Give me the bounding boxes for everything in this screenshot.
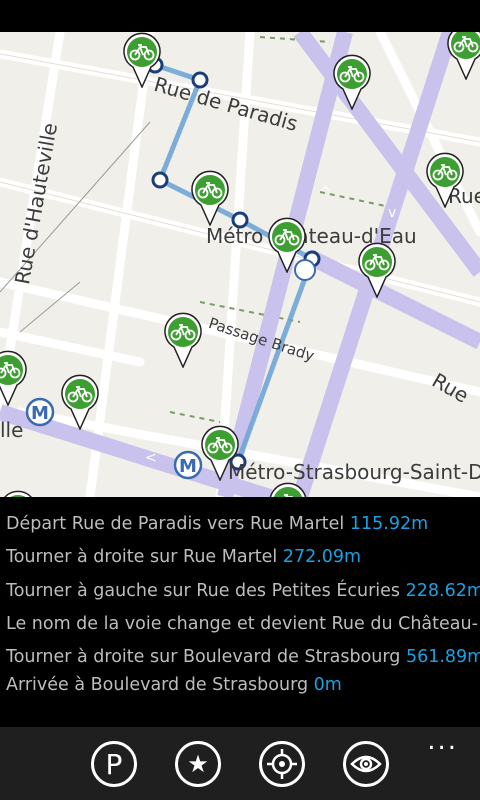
svg-text:^: ^	[320, 185, 332, 201]
bicycle-icon	[447, 32, 480, 80]
direction-distance: 115.92m	[349, 514, 429, 534]
bicycle-station-pin[interactable]	[425, 152, 465, 208]
direction-step[interactable]: Tourner à gauche sur Rue des Petites Écu…	[6, 581, 480, 601]
direction-distance: 272.09m	[282, 547, 362, 567]
star-icon: ★	[187, 750, 209, 778]
map-view[interactable]: M M ^ v < Rue de Paradis Rue d'Hautevill…	[0, 32, 480, 497]
bicycle-icon	[61, 374, 99, 430]
bicycle-station-pin[interactable]	[0, 350, 28, 406]
bicycle-station-pin[interactable]	[446, 32, 480, 80]
view-button[interactable]	[343, 741, 389, 787]
bicycle-icon	[333, 54, 371, 110]
directions-list: Départ Rue de Paradis vers Rue Martel 11…	[0, 497, 480, 727]
bicycle-station-pin[interactable]	[163, 312, 203, 368]
direction-distance: 561.89m	[405, 647, 480, 667]
direction-text: Tourner à droite sur Rue Martel	[6, 547, 278, 567]
bicycle-station-pin[interactable]	[200, 425, 240, 481]
direction-distance: 0m	[313, 675, 342, 695]
locate-icon	[267, 749, 297, 779]
bicycle-icon	[0, 350, 27, 406]
svg-text:M: M	[31, 403, 49, 424]
bicycle-station-pin[interactable]	[0, 490, 38, 497]
direction-text: Tourner à droite sur Boulevard de Strasb…	[6, 647, 401, 667]
bicycle-station-pin[interactable]	[122, 32, 162, 88]
direction-text: Tourner à gauche sur Rue des Petites Écu…	[6, 581, 401, 601]
favorites-button[interactable]: ★	[175, 741, 221, 787]
bicycle-icon	[164, 312, 202, 368]
bicycle-icon	[426, 152, 464, 208]
bicycle-icon	[268, 217, 306, 273]
direction-distance: 228.62m	[405, 581, 480, 601]
bicycle-icon	[3, 490, 33, 497]
eye-icon	[350, 755, 382, 773]
bicycle-station-pin[interactable]	[357, 242, 397, 298]
direction-text: Arrivée à Boulevard de Strasbourg	[6, 675, 309, 695]
bicycle-icon	[123, 32, 161, 88]
bicycle-icon	[191, 170, 229, 226]
bicycle-station-pin[interactable]	[267, 217, 307, 273]
locate-button[interactable]	[259, 741, 305, 787]
bicycle-icon	[358, 242, 396, 298]
direction-step[interactable]: Départ Rue de Paradis vers Rue Martel 11…	[6, 514, 428, 534]
metro-icon[interactable]: M	[173, 450, 203, 480]
app-bar: P ★ ...	[0, 727, 480, 800]
svg-text:v: v	[388, 205, 396, 221]
svg-text:<: <	[145, 450, 157, 466]
direction-text: Départ Rue de Paradis vers Rue Martel	[6, 514, 345, 534]
bicycle-icon	[201, 425, 239, 481]
bicycle-station-pin[interactable]	[60, 374, 100, 430]
bicycle-icon	[269, 482, 307, 497]
direction-step[interactable]: Tourner à droite sur Rue Martel 272.09m	[6, 547, 361, 567]
direction-step[interactable]: Le nom de la voie change et devient Rue …	[6, 614, 478, 634]
bicycle-station-pin[interactable]	[190, 170, 230, 226]
direction-text: Le nom de la voie change et devient Rue …	[6, 614, 478, 634]
svg-text:M: M	[179, 456, 197, 477]
parking-button[interactable]: P	[91, 741, 137, 787]
bicycle-station-pin[interactable]	[268, 482, 308, 497]
street-label-lle: lle	[0, 418, 24, 442]
direction-step[interactable]: Tourner à droite sur Boulevard de Strasb…	[6, 647, 480, 667]
parking-icon: P	[105, 747, 123, 781]
bicycle-station-pin[interactable]	[332, 54, 372, 110]
street-label-metro-strasbourg: Métro-Strasbourg-Saint-Denis	[228, 460, 480, 484]
direction-step[interactable]: Arrivée à Boulevard de Strasbourg 0m	[6, 675, 342, 695]
status-bar	[0, 0, 480, 32]
metro-icon[interactable]: M	[25, 397, 55, 427]
more-menu-icon[interactable]: ...	[427, 728, 458, 754]
